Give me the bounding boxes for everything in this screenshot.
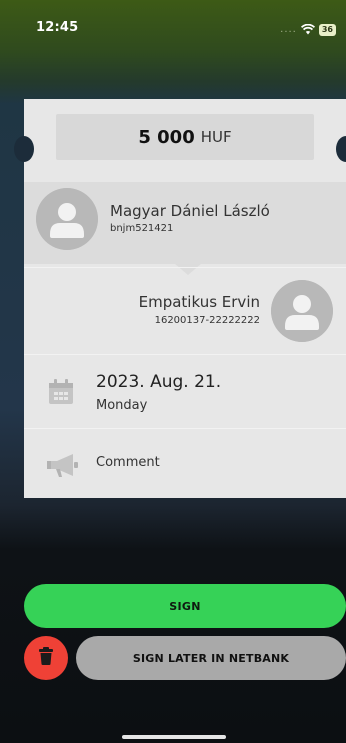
status-time: 12:45	[36, 20, 79, 35]
payment-card: 5 000 HUF Magyar Dániel László bnjm52142…	[14, 99, 346, 498]
amount-currency: HUF	[200, 128, 232, 146]
payment-date: 2023. Aug. 21.	[96, 372, 222, 392]
trash-icon	[38, 647, 54, 669]
receiver-avatar-icon	[271, 280, 333, 342]
wifi-icon	[300, 20, 315, 39]
status-bar: 12:45 .... 36	[0, 0, 346, 46]
receiver-section: Empatikus Ervin 16200137-22222222	[24, 267, 346, 353]
battery-icon: 36	[318, 23, 336, 36]
signal-icon: ....	[280, 24, 297, 35]
sender-name: Magyar Dániel László	[110, 202, 270, 220]
amount-box: 5 000 HUF	[56, 114, 314, 160]
sign-later-button[interactable]: SIGN LATER IN NETBANK	[76, 636, 346, 680]
delete-button[interactable]	[24, 636, 68, 680]
ticket-notch-left	[14, 136, 34, 162]
sign-button[interactable]: SIGN	[24, 584, 346, 628]
payment-confirmation-screen: 12:45 .... 36 5 000 HUF Magyar Dániel Lá…	[0, 0, 346, 743]
home-indicator[interactable]	[122, 735, 226, 739]
sender-section: Magyar Dániel László bnjm521421	[24, 182, 346, 264]
receiver-name: Empatikus Ervin	[138, 293, 260, 311]
payment-weekday: Monday	[96, 398, 148, 413]
calendar-icon	[47, 378, 75, 410]
sender-avatar-icon	[36, 188, 98, 250]
ticket-notch-right	[336, 136, 346, 162]
sender-id: bnjm521421	[110, 223, 174, 234]
amount-value: 5 000	[138, 126, 195, 148]
receiver-account: 16200137-22222222	[154, 315, 260, 326]
comment-row[interactable]: Comment	[24, 428, 346, 498]
date-row: 2023. Aug. 21. Monday	[24, 354, 346, 428]
status-indicators: .... 36	[280, 20, 336, 39]
megaphone-icon	[47, 452, 79, 482]
comment-label: Comment	[96, 455, 160, 470]
